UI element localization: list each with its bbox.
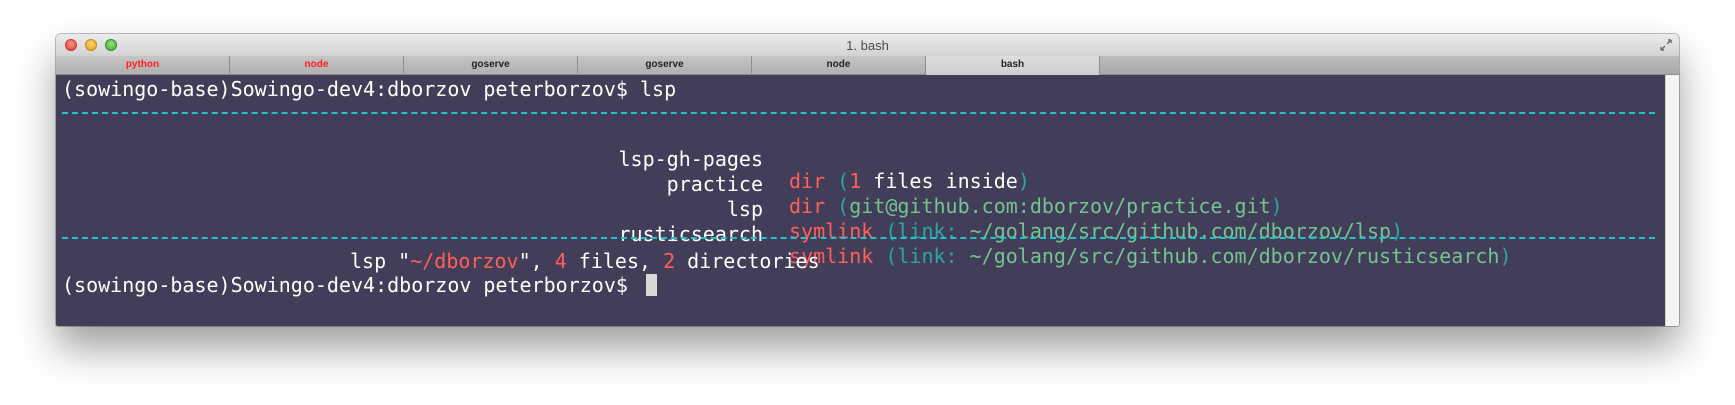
terminal-output[interactable]: (sowingo-base)Sowingo-dev4:dborzov peter… xyxy=(56,75,1665,326)
entry-name: rusticsearch xyxy=(618,222,764,246)
prompt: (sowingo-base)Sowingo-dev4:dborzov peter… xyxy=(62,273,628,297)
separator-top xyxy=(62,112,1655,114)
summary-files-count: 4 xyxy=(554,249,567,273)
separator-bottom xyxy=(62,237,1655,239)
entry-detail: ~/golang/src/github.com/dborzov/rusticse… xyxy=(969,244,1500,268)
tab-goserve-2[interactable]: goserve xyxy=(578,56,752,74)
tab-bar: python node goserve goserve node bash xyxy=(56,56,1679,75)
scrollbar[interactable] xyxy=(1665,75,1679,326)
fullscreen-icon[interactable] xyxy=(1659,38,1673,52)
summary-path: ~/dborzov xyxy=(410,249,519,273)
tab-node-2[interactable]: node xyxy=(752,56,926,74)
command-line: (sowingo-base)Sowingo-dev4:dborzov peter… xyxy=(62,78,676,100)
title-bar: 1. bash xyxy=(56,34,1679,57)
text-cursor xyxy=(645,274,657,296)
terminal-window: 1. bash python node goserve goserve node… xyxy=(56,34,1679,326)
prompt-line: (sowingo-base)Sowingo-dev4:dborzov peter… xyxy=(62,274,657,296)
entry-detail-label: link: xyxy=(897,244,970,268)
tab-goserve[interactable]: goserve xyxy=(404,56,578,74)
tab-bash[interactable]: bash xyxy=(926,56,1100,75)
tab-node[interactable]: node xyxy=(230,56,404,74)
command: lsp xyxy=(639,77,677,101)
window-title: 1. bash xyxy=(846,38,889,53)
prompt: (sowingo-base)Sowingo-dev4:dborzov peter… xyxy=(62,77,628,101)
summary-dirs-count: 2 xyxy=(663,249,676,273)
tab-python[interactable]: python xyxy=(56,56,230,74)
summary-line: lsp "~/dborzov", 4 files, 2 directories xyxy=(350,249,820,273)
